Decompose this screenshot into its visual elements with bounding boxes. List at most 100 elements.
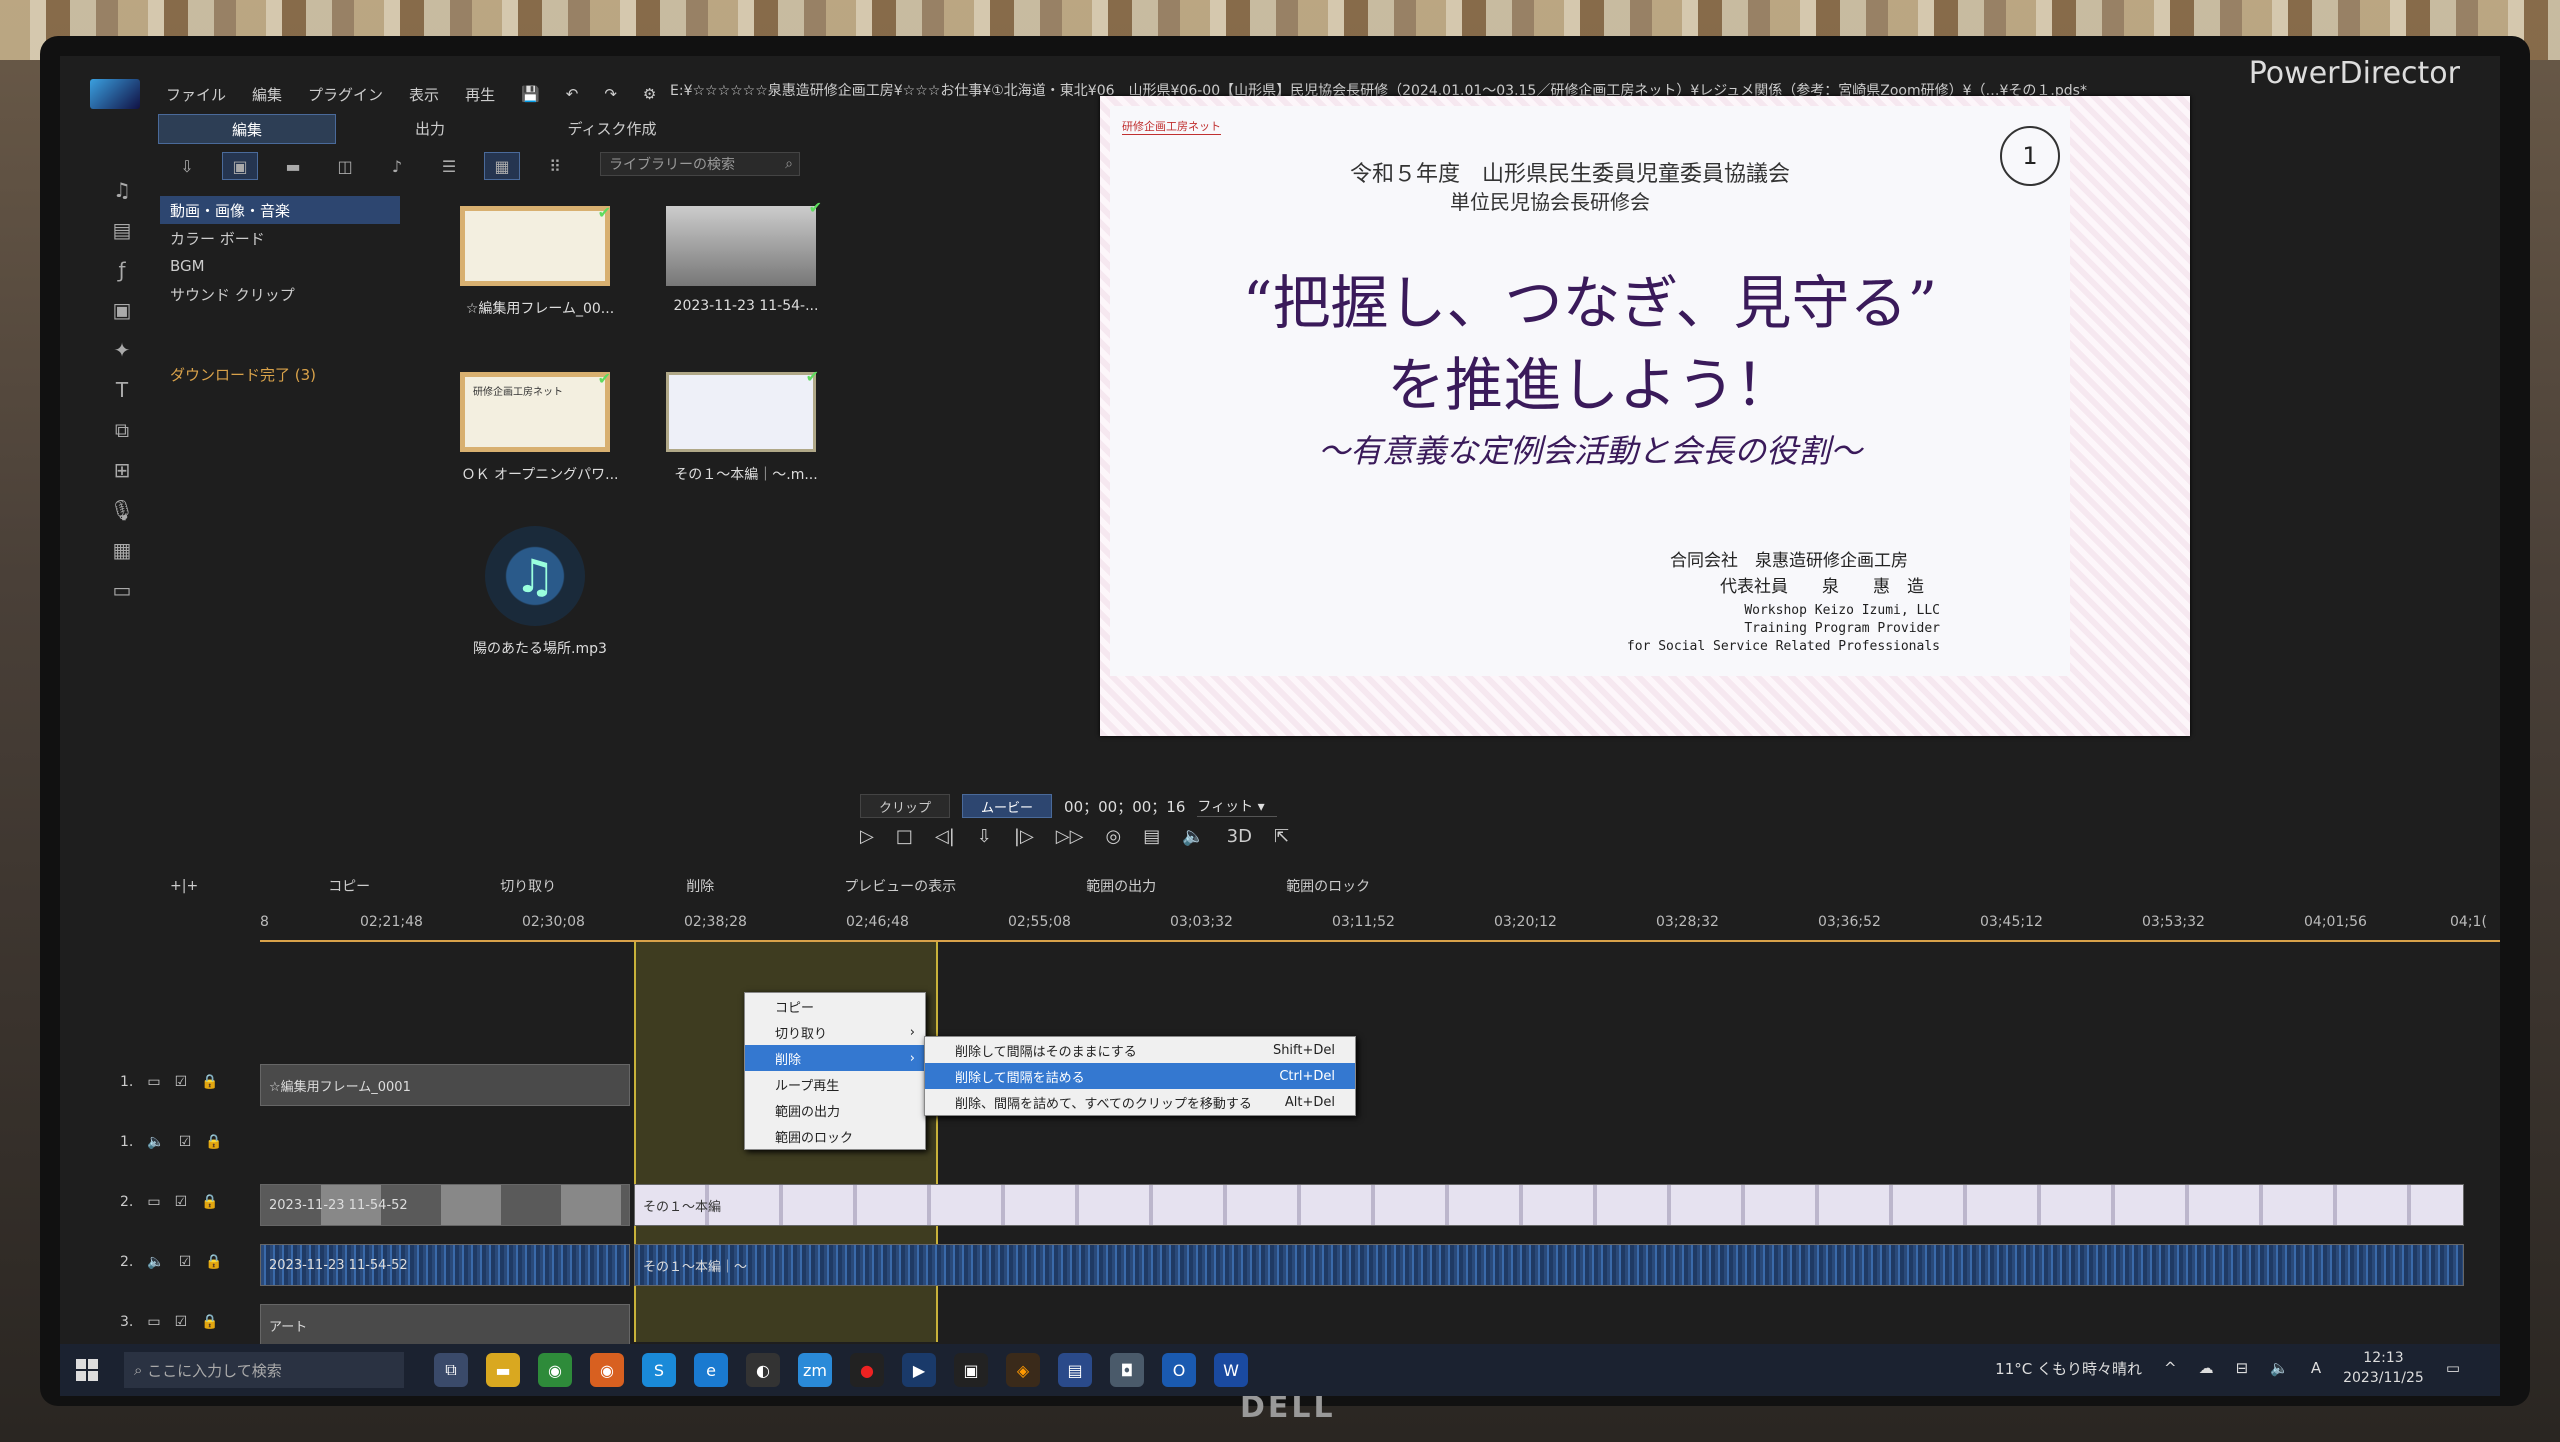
taskbar-clock[interactable]: 12:13 2023/11/25: [2343, 1348, 2424, 1388]
copy-button[interactable]: コピー: [328, 876, 370, 896]
lock-icon[interactable]: 🔒: [205, 1254, 222, 1270]
split-tool-icon[interactable]: +|+: [170, 878, 198, 894]
stop-icon[interactable]: □: [896, 826, 913, 847]
network-icon[interactable]: ⊟: [2236, 1359, 2249, 1377]
record-icon[interactable]: ●: [850, 1353, 884, 1387]
timecode[interactable]: 00；00；00；16: [1064, 796, 1185, 817]
redo-icon[interactable]: ↷: [604, 85, 617, 103]
particle-room-icon[interactable]: ✦: [108, 336, 136, 364]
undock-icon[interactable]: ⇱: [1274, 826, 1289, 847]
context-loop-play[interactable]: ループ再生: [745, 1071, 925, 1097]
snapshot-icon[interactable]: ◎: [1105, 826, 1121, 847]
movie-mode-button[interactable]: ムービー: [962, 794, 1053, 818]
preview-canvas[interactable]: 研修企画工房ネット 令和５年度 山形県民生委員児童委員協議会 単位民児協会長研修…: [1100, 96, 2190, 736]
library-search-input[interactable]: ライブラリーの検索 ⌕: [600, 152, 800, 176]
tab-produce[interactable]: 出力: [342, 114, 518, 142]
fast-forward-icon[interactable]: ▷▷: [1056, 826, 1084, 847]
voice-over-icon[interactable]: 🎙: [108, 496, 136, 524]
skype-icon[interactable]: S: [642, 1353, 676, 1387]
tab-edit[interactable]: 編集: [158, 114, 336, 144]
delete-button[interactable]: 削除: [686, 876, 714, 896]
app-icon[interactable]: ◐: [746, 1353, 780, 1387]
context-range-lock[interactable]: 範囲のロック: [745, 1123, 925, 1149]
filter-image-icon[interactable]: ◫: [328, 153, 362, 179]
split-icon[interactable]: ⇩: [977, 826, 992, 847]
notification-icon[interactable]: ▭: [2446, 1359, 2460, 1377]
track-enable-checkbox[interactable]: ☑: [175, 1074, 188, 1090]
cut-button[interactable]: 切り取り: [500, 876, 556, 896]
timeline-clip[interactable]: アート: [260, 1304, 630, 1346]
category-sound-clip[interactable]: サウンド クリップ: [160, 280, 400, 308]
timeline-ruler[interactable]: 8 02;21;48 02;30;08 02;38;28 02;46;48 02…: [260, 914, 2500, 942]
lock-icon[interactable]: 🔒: [201, 1074, 218, 1090]
fit-dropdown[interactable]: フィット ▾: [1197, 796, 1278, 817]
windows-start-icon[interactable]: [76, 1359, 98, 1381]
filter-audio-icon[interactable]: ♪: [380, 153, 414, 179]
camera-icon[interactable]: ◘: [1110, 1353, 1144, 1387]
menu-edit[interactable]: 編集: [252, 84, 282, 105]
timeline-clip[interactable]: その１～本編: [634, 1184, 2464, 1226]
template-room-icon[interactable]: ▤: [108, 216, 136, 244]
import-icon[interactable]: ⇩: [170, 153, 204, 179]
app-icon[interactable]: ▤: [1058, 1353, 1092, 1387]
word-icon[interactable]: W: [1214, 1353, 1248, 1387]
prev-frame-icon[interactable]: ◁|: [935, 826, 955, 847]
lock-icon[interactable]: 🔒: [205, 1134, 222, 1150]
media-item[interactable]: ✔ ☆編集用フレーム_00...: [450, 203, 630, 318]
delete-keep-gap[interactable]: 削除して間隔はそのままにする Shift+Del: [925, 1037, 1355, 1063]
threed-button[interactable]: 3D: [1227, 826, 1252, 847]
show-preview-button[interactable]: プレビューの表示: [844, 876, 956, 896]
volume-icon[interactable]: 🔈: [1182, 826, 1204, 847]
filter-all-icon[interactable]: ▣: [222, 152, 258, 180]
timeline-clip[interactable]: 2023-11-23 11-54-52: [260, 1184, 630, 1226]
zoom-icon[interactable]: zm: [798, 1353, 832, 1387]
small-grid-icon[interactable]: ⠿: [538, 153, 572, 179]
menu-file[interactable]: ファイル: [166, 84, 226, 105]
context-delete[interactable]: 削除 ›: [745, 1045, 925, 1071]
onedrive-icon[interactable]: ☁: [2199, 1359, 2214, 1377]
category-media[interactable]: 動画・画像・音楽: [160, 196, 400, 224]
media-item[interactable]: ✔ その１～本編｜～.m...: [656, 367, 836, 484]
range-output-button[interactable]: 範囲の出力: [1086, 876, 1156, 896]
search-icon[interactable]: ⌕: [785, 156, 793, 172]
media-room-icon[interactable]: ♫: [108, 176, 136, 204]
chrome-icon[interactable]: ◉: [538, 1353, 572, 1387]
settings-icon[interactable]: ⚙: [643, 85, 656, 103]
media-item[interactable]: ✔ 2023-11-23 11-54-...: [656, 198, 836, 314]
subtitle-icon[interactable]: ▤: [1143, 826, 1160, 847]
clip-mode-button[interactable]: クリップ: [860, 794, 951, 818]
context-copy[interactable]: コピー: [745, 993, 925, 1019]
track-enable-checkbox[interactable]: ☑: [175, 1194, 188, 1210]
title-room-icon[interactable]: T: [108, 376, 136, 404]
effect-room-icon[interactable]: ƒ: [108, 256, 136, 284]
category-bgm[interactable]: BGM: [160, 252, 400, 280]
lock-icon[interactable]: 🔒: [201, 1314, 218, 1330]
taskbar-search-input[interactable]: ⌕ ここに入力して検索: [124, 1352, 404, 1388]
menu-plugin[interactable]: プラグイン: [308, 84, 383, 105]
menu-play[interactable]: 再生: [465, 84, 495, 105]
edge-icon[interactable]: e: [694, 1353, 728, 1387]
list-view-icon[interactable]: ☰: [432, 153, 466, 179]
app-icon[interactable]: ▣: [954, 1353, 988, 1387]
undo-icon[interactable]: ↶: [566, 85, 579, 103]
media-item[interactable]: ♫ 陽のあたる場所.mp3: [450, 526, 630, 658]
app-icon[interactable]: ◈: [1006, 1353, 1040, 1387]
file-explorer-icon[interactable]: ▬: [486, 1353, 520, 1387]
save-icon[interactable]: 💾: [521, 85, 540, 103]
chevron-up-icon[interactable]: ^: [2164, 1359, 2177, 1377]
menu-view[interactable]: 表示: [409, 84, 439, 105]
media-item[interactable]: 研修企画工房ネット ✔ ＯＫ オープニングパワ...: [450, 369, 630, 484]
delete-close-gap-move-all[interactable]: 削除、間隔を詰めて、すべてのクリップを移動する Alt+Del: [925, 1089, 1355, 1115]
timeline-clip[interactable]: ☆編集用フレーム_0001: [260, 1064, 630, 1106]
context-range-output[interactable]: 範囲の出力: [745, 1097, 925, 1123]
context-cut[interactable]: 切り取り ›: [745, 1019, 925, 1045]
track-enable-checkbox[interactable]: ☑: [179, 1134, 192, 1150]
task-view-icon[interactable]: ⧉: [434, 1353, 468, 1387]
firefox-icon[interactable]: ◉: [590, 1353, 624, 1387]
range-lock-button[interactable]: 範囲のロック: [1286, 876, 1370, 896]
tab-disc[interactable]: ディスク作成: [524, 114, 700, 142]
download-status[interactable]: ダウンロード完了 (3): [170, 364, 316, 385]
volume-icon[interactable]: 🔈: [2270, 1359, 2289, 1377]
powerdirector-icon[interactable]: ▶: [902, 1353, 936, 1387]
grid-view-icon[interactable]: ▦: [484, 152, 520, 180]
